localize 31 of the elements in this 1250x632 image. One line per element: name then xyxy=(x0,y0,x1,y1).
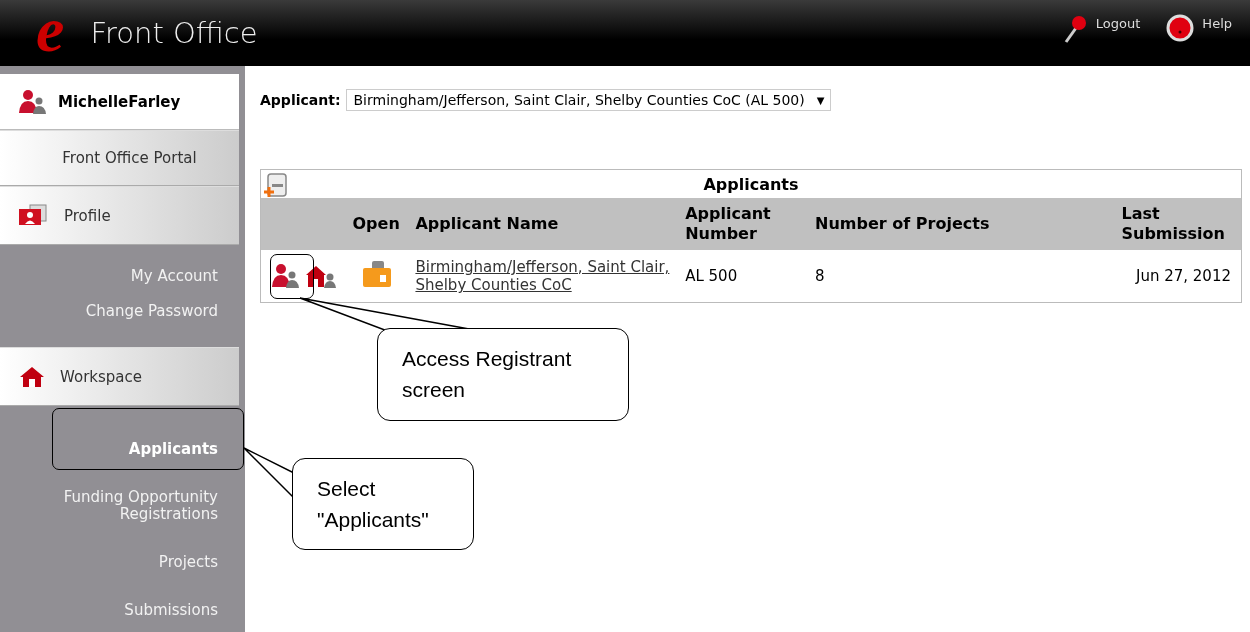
table-cell: Jun 27, 2012 xyxy=(1136,267,1231,285)
column-header: Number of Projects xyxy=(815,214,990,233)
user-icon[interactable] xyxy=(18,88,48,115)
header-link[interactable]: Help xyxy=(1202,16,1232,31)
callout: Select "Applicants" xyxy=(292,458,474,550)
applicant-dropdown[interactable]: Birmingham/Jefferson, Saint Clair, Shelby Counties CoC (AL 500) ▼ xyxy=(346,89,832,111)
dropdown-arrow[interactable]: ▼ xyxy=(816,94,825,106)
logo-letter: e xyxy=(36,0,65,60)
header-link[interactable]: Logout xyxy=(1095,16,1141,31)
table-cell: AL 500 xyxy=(685,267,738,285)
portal-tab[interactable]: Front Office Portal xyxy=(0,130,239,186)
table-title: Applicants xyxy=(703,174,799,194)
add-document-icon[interactable] xyxy=(263,173,289,199)
section-tab[interactable]: Workspace xyxy=(0,347,239,406)
column-header: Applicant Name xyxy=(415,214,559,233)
house-person-icon[interactable] xyxy=(305,263,337,289)
user-name: MichelleFarley xyxy=(58,92,181,111)
app-title: Front Office xyxy=(90,16,258,50)
folder-icon[interactable] xyxy=(362,260,393,288)
field-label: Applicant: xyxy=(260,92,341,108)
section-tab[interactable]: Profile xyxy=(0,186,239,245)
registrant-icon[interactable] xyxy=(271,263,301,289)
column-header: Last Submission xyxy=(1121,204,1225,243)
table-cell: 8 xyxy=(815,267,825,285)
id-card-icon xyxy=(18,203,50,228)
house-icon xyxy=(18,364,46,389)
column-header: Open xyxy=(352,214,400,233)
help-icon[interactable] xyxy=(1166,14,1195,42)
highlight-frame xyxy=(270,254,314,299)
column-header: Applicant Number xyxy=(685,204,771,243)
applicant-link[interactable]: Birmingham/Jefferson, Saint Clair, Shelby Counties CoC xyxy=(415,258,678,294)
